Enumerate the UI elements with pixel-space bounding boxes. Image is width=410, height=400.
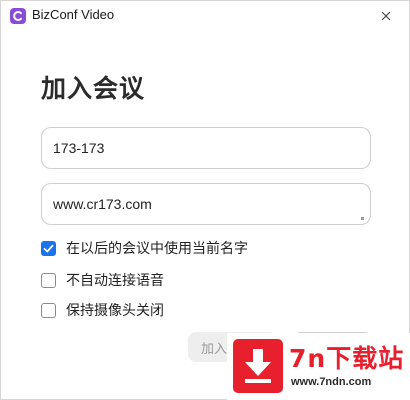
download-arrow-icon <box>233 339 283 393</box>
meeting-id-field[interactable] <box>41 127 371 169</box>
option-no-audio[interactable]: 不自动连接语音 <box>41 271 164 289</box>
page-title: 加入会议 <box>41 74 146 103</box>
app-logo-icon <box>10 8 26 24</box>
display-name-input[interactable] <box>53 184 353 224</box>
no-audio-checkbox[interactable] <box>41 272 56 288</box>
title-bar: BizConf Video <box>1 1 409 31</box>
watermark-badge: 7n下载站 www.7ndn.com <box>227 333 410 400</box>
remember-name-checkbox[interactable] <box>41 240 56 256</box>
resize-grip <box>361 217 364 220</box>
meeting-id-input[interactable] <box>53 128 353 168</box>
name-field[interactable] <box>41 183 371 225</box>
remember-name-label: 在以后的会议中使用当前名字 <box>66 241 248 257</box>
watermark-url: www.7ndn.com <box>291 376 372 388</box>
close-icon[interactable] <box>377 7 395 25</box>
join-meeting-window: BizConf Video 加入会议 在以后的会议中使用当前名字 不自动连接语音… <box>0 0 410 400</box>
checkmark-icon <box>43 244 54 252</box>
no-audio-label: 不自动连接语音 <box>66 273 164 289</box>
camera-off-label: 保持摄像头关闭 <box>66 303 164 319</box>
option-remember-name[interactable]: 在以后的会议中使用当前名字 <box>41 239 248 257</box>
option-camera-off[interactable]: 保持摄像头关闭 <box>41 301 164 319</box>
camera-off-checkbox[interactable] <box>41 302 56 318</box>
window-title: BizConf Video <box>32 7 115 22</box>
watermark-title: 7n下载站 <box>289 344 405 373</box>
